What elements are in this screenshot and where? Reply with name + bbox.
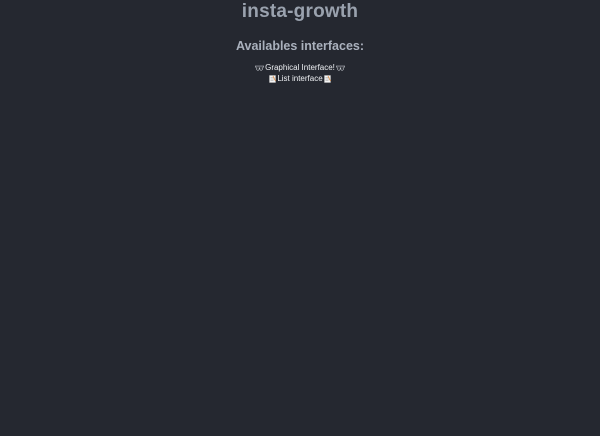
sunglasses-icon bbox=[335, 65, 345, 71]
page-title: insta-growth bbox=[241, 1, 359, 22]
list-interface-label: List interface bbox=[277, 74, 323, 83]
page: insta-growth Availables interfaces: Grap… bbox=[0, 0, 600, 436]
graphical-interface-label: Graphical Interface! bbox=[265, 63, 335, 72]
sunglasses-icon bbox=[255, 65, 265, 71]
list-interface-link[interactable]: List interface bbox=[269, 73, 331, 84]
memo-icon bbox=[323, 74, 331, 83]
memo-icon bbox=[269, 74, 277, 83]
interface-links: Graphical Interface! List interface bbox=[0, 62, 600, 84]
graphical-interface-link[interactable]: Graphical Interface! bbox=[255, 62, 345, 73]
interfaces-heading: Availables interfaces: bbox=[235, 39, 365, 53]
